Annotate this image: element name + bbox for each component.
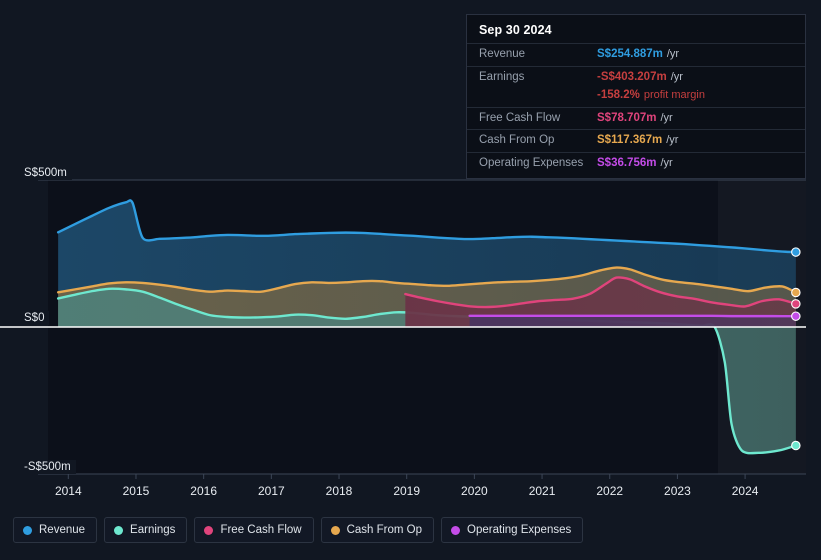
y-axis-label-top: S$500m [20,166,72,180]
series-endpoint-marker [791,299,801,309]
tooltip-unit-operating-expenses: /yr [660,156,673,169]
series-endpoint-marker [791,311,801,321]
legend-item-earnings[interactable]: Earnings [104,517,188,543]
y-axis-label-bottom: -S$500m [20,460,76,474]
legend-label: Cash From Op [346,524,423,536]
legend-color-dot [114,525,124,535]
legend-label: Revenue [39,524,86,536]
tooltip-date: Sep 30 2024 [479,23,552,37]
series-endpoint-marker [791,287,801,298]
tooltip-row-earnings: Earnings -S$403.207m /yr [467,65,805,89]
legend-color-dot [451,525,461,535]
tooltip-row-revenue: Revenue S$254.887m /yr [467,43,805,66]
series-endpoint-marker [791,440,801,451]
tooltip-unit-cash-from-op: /yr [666,134,679,147]
tooltip-value-earnings: -S$403.207m [597,70,667,83]
tooltip-label-earnings: Earnings [479,70,525,83]
tooltip-unit-earnings: /yr [670,70,683,83]
series-area [469,315,796,327]
data-tooltip: Sep 30 2024 Revenue S$254.887m /yr Earni… [466,14,806,180]
x-axis-tick-2016: 2016 [190,484,218,498]
x-axis-tick-2024: 2024 [731,484,759,498]
legend-label: Operating Expenses [467,524,572,536]
tooltip-row-cash-from-op: Cash From Op S$117.367m /yr [467,129,805,152]
tooltip-label-free-cash-flow: Free Cash Flow [479,111,561,124]
legend-item-free-cash-flow[interactable]: Free Cash Flow [194,517,314,543]
tooltip-value-revenue: S$254.887m [597,48,663,60]
legend-color-dot [23,525,32,535]
legend-label: Free Cash Flow [220,524,302,536]
x-axis-tick-2020: 2020 [461,484,488,498]
tooltip-unit-profit-margin: profit margin [643,89,705,102]
x-axis-tick-2014: 2014 [54,484,82,498]
x-axis-tick-2022: 2022 [596,484,624,498]
tooltip-label-cash-from-op: Cash From Op [479,134,555,147]
tooltip-label-revenue: Revenue [479,48,526,60]
legend-color-dot [204,525,214,535]
x-axis-tick-2019: 2019 [393,484,421,498]
tooltip-value-profit-margin: -158.2% [597,89,640,102]
y-axis-label-zero: S$0 [20,311,50,325]
financial-chart-screenshot: S$500m S$0 -S$500m 2014 2015 2016 2017 2018 2… [0,0,821,560]
chart-legend[interactable]: Revenue Earnings Free Cash Flow Cash From O… [13,517,584,543]
legend-item-revenue[interactable]: Revenue [13,517,98,543]
tooltip-value-operating-expenses: S$36.756m [597,156,657,169]
legend-item-operating-expenses[interactable]: Operating Expenses [441,517,584,543]
x-axis-tick-2023: 2023 [664,484,691,498]
x-axis-tick-2021: 2021 [528,484,556,498]
legend-color-dot [330,525,340,535]
legend-label: Earnings [130,524,176,536]
tooltip-unit-revenue: /yr [666,48,680,60]
tooltip-row-free-cash-flow: Free Cash Flow S$78.707m /yr [467,106,805,130]
tooltip-unit-free-cash-flow: /yr [660,111,673,124]
tooltip-label-operating-expenses: Operating Expenses [479,156,584,169]
tooltip-row-operating-expenses: Operating Expenses S$36.756m /yr [467,151,805,175]
x-axis-tick-2015: 2015 [122,484,150,498]
x-axis-tick-2017: 2017 [257,484,285,498]
legend-item-cash-from-op[interactable]: Cash From Op [320,517,435,543]
tooltip-row-profit-margin: -158.2% profit margin [467,88,805,107]
series-endpoint-marker [791,247,801,257]
x-axis-tick-2018: 2018 [325,484,353,498]
tooltip-value-cash-from-op: S$117.367m [597,134,663,147]
tooltip-value-free-cash-flow: S$78.707m [597,111,657,124]
